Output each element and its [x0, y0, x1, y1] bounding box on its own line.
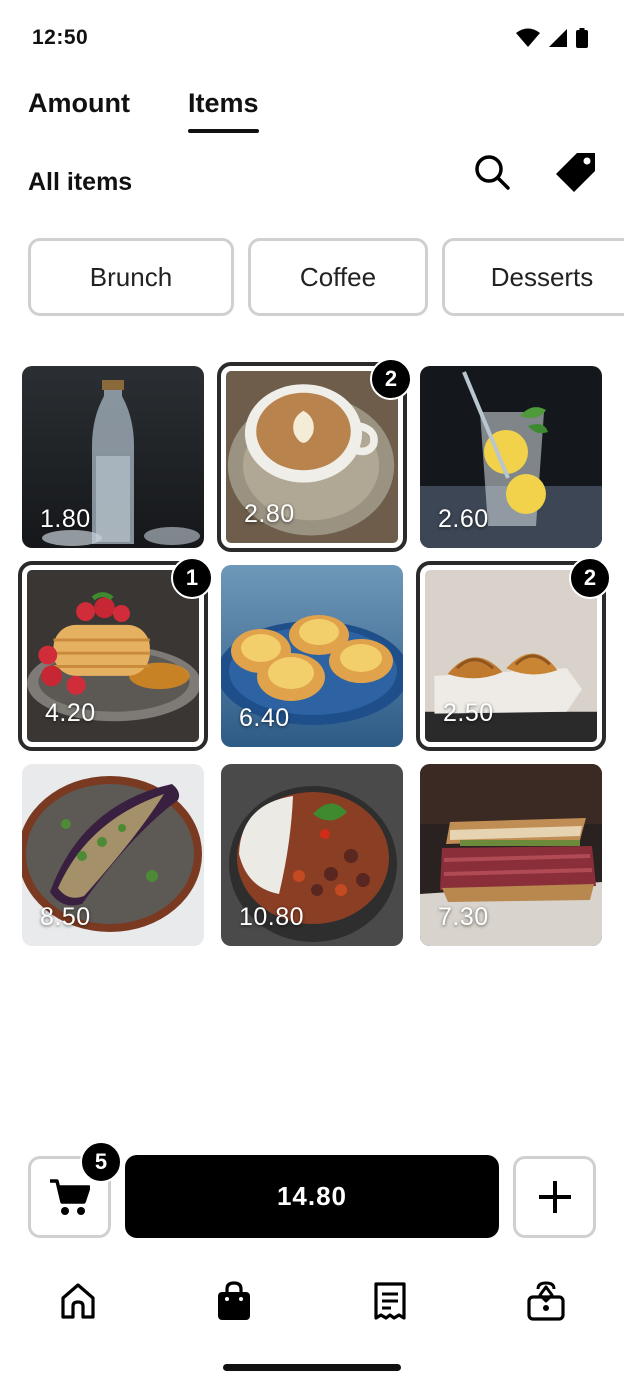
home-icon	[61, 1283, 95, 1319]
charge-button[interactable]: 14.80	[125, 1155, 499, 1238]
discount-button[interactable]	[554, 150, 598, 194]
tag-icon	[556, 153, 595, 192]
item-price: 4.20	[45, 699, 96, 727]
nav-transactions[interactable]	[365, 1276, 415, 1326]
box-icon	[527, 1281, 565, 1321]
item-tile[interactable]: 1.80	[22, 366, 204, 548]
chip-desserts[interactable]: Desserts	[442, 238, 624, 316]
signal-icon	[549, 29, 567, 47]
receipt-icon	[374, 1282, 406, 1320]
chip-brunch[interactable]: Brunch	[28, 238, 234, 316]
section-title: All items	[28, 168, 133, 196]
home-indicator[interactable]	[223, 1364, 401, 1371]
nav-catalog[interactable]	[521, 1276, 571, 1326]
status-time: 12:50	[32, 26, 89, 49]
item-price: 7.30	[438, 903, 489, 931]
item-price: 6.40	[239, 704, 290, 732]
add-button[interactable]	[513, 1156, 596, 1238]
search-icon	[475, 155, 510, 190]
item-price: 2.60	[438, 505, 489, 533]
cart-count-badge: 5	[80, 1141, 122, 1183]
item-price: 10.80	[239, 903, 305, 931]
item-price: 8.50	[40, 903, 91, 931]
item-tile[interactable]: 8.50	[22, 764, 204, 946]
item-price: 1.80	[40, 505, 91, 533]
item-price: 2.80	[244, 500, 295, 528]
item-tile[interactable]: 2.60	[420, 366, 602, 548]
wifi-icon	[516, 28, 540, 47]
item-count-badge: 2	[370, 358, 412, 400]
tab-items[interactable]: Items	[187, 88, 259, 133]
item-count-badge: 1	[171, 557, 213, 599]
status-bar: 12:50	[0, 0, 624, 78]
nav-home[interactable]	[53, 1276, 103, 1326]
tab-amount[interactable]: Amount	[28, 88, 130, 133]
battery-icon	[576, 28, 588, 48]
status-icons	[516, 28, 588, 48]
cart-icon	[49, 1179, 90, 1215]
checkout-bar: 5 14.80	[28, 1141, 596, 1238]
chip-coffee[interactable]: Coffee	[248, 238, 428, 316]
search-button[interactable]	[470, 150, 514, 194]
item-tile[interactable]: 7.30	[420, 764, 602, 946]
item-price: 2.50	[443, 699, 494, 727]
category-chips: Brunch Coffee Desserts	[28, 238, 624, 316]
nav-shop[interactable]	[209, 1276, 259, 1326]
shopping-bag-icon	[218, 1281, 250, 1320]
bottom-navigation	[0, 1276, 624, 1326]
item-tile[interactable]: 6.40	[221, 565, 403, 747]
item-count-badge: 2	[569, 557, 611, 599]
plus-icon	[538, 1181, 571, 1213]
item-tile[interactable]: 10.80	[221, 764, 403, 946]
mode-tabs: Amount Items	[28, 88, 259, 133]
